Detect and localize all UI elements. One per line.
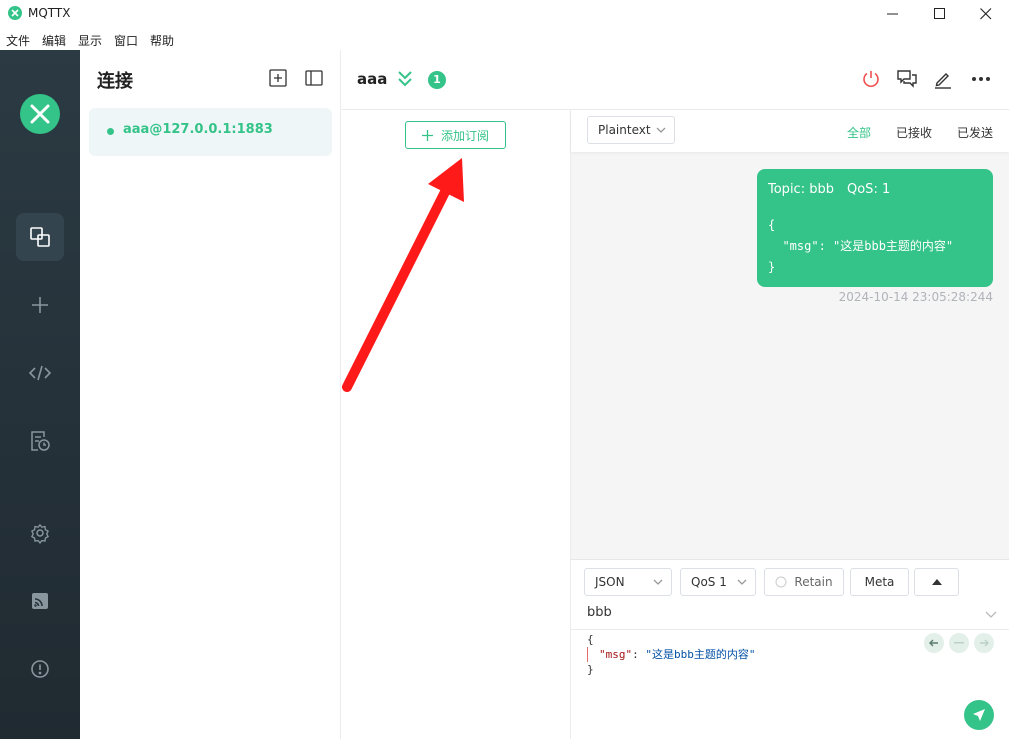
payload-editor[interactable]: { "msg": "这是bbb主题的内容" }: [587, 632, 756, 677]
history-clear-icon[interactable]: [949, 633, 969, 653]
close-window-button[interactable]: [963, 0, 1009, 28]
connections-panel: 连接 aaa@127.0.0.1:1883: [80, 50, 341, 739]
mqttx-logo-icon: [20, 94, 60, 134]
payload-format-select[interactable]: Plaintext: [587, 116, 675, 144]
retain-label: Retain: [794, 575, 833, 589]
add-subscription-label: 添加订阅: [440, 128, 489, 143]
feed-icon[interactable]: [16, 577, 64, 625]
chevron-down-icon[interactable]: [985, 611, 997, 619]
more-options-icon[interactable]: [970, 68, 992, 90]
menu-edit[interactable]: 编辑: [42, 32, 66, 49]
edit-pencil-icon[interactable]: [932, 68, 954, 90]
window-title: MQTTX: [28, 6, 71, 20]
minimize-button[interactable]: [870, 0, 916, 28]
publish-qos-value: QoS 1: [691, 575, 727, 589]
meta-label: Meta: [864, 575, 895, 589]
payload-format-value: Plaintext: [598, 123, 651, 137]
publish-format-value: JSON: [595, 575, 625, 589]
chevron-down-icon: [656, 127, 666, 133]
script-icon[interactable]: [16, 349, 64, 397]
editor-cursor: [587, 647, 588, 662]
triangle-up-icon: [931, 579, 942, 585]
connection-item[interactable]: aaa@127.0.0.1:1883: [89, 108, 332, 156]
disconnect-power-icon[interactable]: [860, 68, 882, 90]
history-forward-icon[interactable]: [974, 633, 994, 653]
title-bar: MQTTX: [0, 0, 1009, 28]
unread-badge: 1: [428, 71, 446, 89]
meta-button[interactable]: Meta: [850, 568, 909, 596]
double-chevron-down-icon[interactable]: [397, 70, 413, 92]
connections-icon[interactable]: [16, 213, 64, 261]
connection-label: aaa@127.0.0.1:1883: [123, 122, 273, 137]
message-payload: { "msg": "这是bbb主题的内容" }: [768, 218, 954, 274]
retain-toggle[interactable]: Retain: [764, 568, 844, 596]
connected-status-dot: [107, 128, 114, 135]
divider: [571, 629, 1009, 630]
log-icon[interactable]: [16, 417, 64, 465]
left-nav-bar: [0, 50, 80, 739]
send-message-icon[interactable]: [964, 700, 994, 730]
publish-format-select[interactable]: JSON: [584, 568, 672, 596]
connection-header: aaa 1: [341, 50, 1009, 110]
menu-help[interactable]: 帮助: [150, 32, 174, 49]
message-topic: Topic: bbb: [768, 182, 834, 197]
maximize-button[interactable]: [917, 0, 963, 28]
plus-icon[interactable]: [16, 281, 64, 329]
new-connection-icon[interactable]: [268, 68, 288, 88]
message-bubble[interactable]: Topic: bbb QoS: 1 { "msg": "这是bbb主题的内容" …: [757, 169, 993, 287]
chevron-down-icon: [737, 579, 747, 585]
menu-view[interactable]: 显示: [78, 32, 102, 49]
publish-qos-select[interactable]: QoS 1: [680, 568, 756, 596]
filter-received[interactable]: 已接收: [896, 124, 932, 141]
menu-file[interactable]: 文件: [6, 32, 30, 49]
radio-icon: [775, 576, 787, 588]
plus-icon: [421, 129, 433, 141]
publish-topic-input[interactable]: bbb: [587, 605, 612, 620]
subscriptions-column: 添加订阅: [341, 110, 571, 739]
chat-icon[interactable]: [896, 68, 918, 90]
settings-icon[interactable]: [16, 509, 64, 557]
menu-bar: 文件 编辑 显示 窗口 帮助: [0, 28, 1009, 50]
chevron-down-icon: [653, 579, 663, 585]
add-subscription-button[interactable]: 添加订阅: [405, 121, 506, 149]
app-logo-icon: [8, 6, 22, 20]
menu-window[interactable]: 窗口: [114, 32, 138, 49]
message-timestamp: 2024-10-14 23:05:28:244: [838, 290, 993, 304]
toggle-panel-icon[interactable]: [304, 68, 324, 88]
about-icon[interactable]: [16, 645, 64, 693]
messages-area: Plaintext 全部 已接收 已发送 Topic: bbb QoS: 1 {…: [571, 110, 1009, 559]
connections-title: 连接: [97, 71, 133, 92]
message-qos: QoS: 1: [847, 182, 891, 197]
expand-up-button[interactable]: [914, 568, 959, 596]
history-back-icon[interactable]: [924, 633, 944, 653]
messages-toolbar: Plaintext 全部 已接收 已发送: [571, 110, 1009, 152]
publish-area: JSON QoS 1 Retain Meta bbb { "msg": "这是b…: [571, 559, 1009, 739]
connection-name: aaa: [357, 70, 388, 88]
filter-sent[interactable]: 已发送: [957, 124, 993, 141]
filter-all[interactable]: 全部: [847, 124, 871, 141]
